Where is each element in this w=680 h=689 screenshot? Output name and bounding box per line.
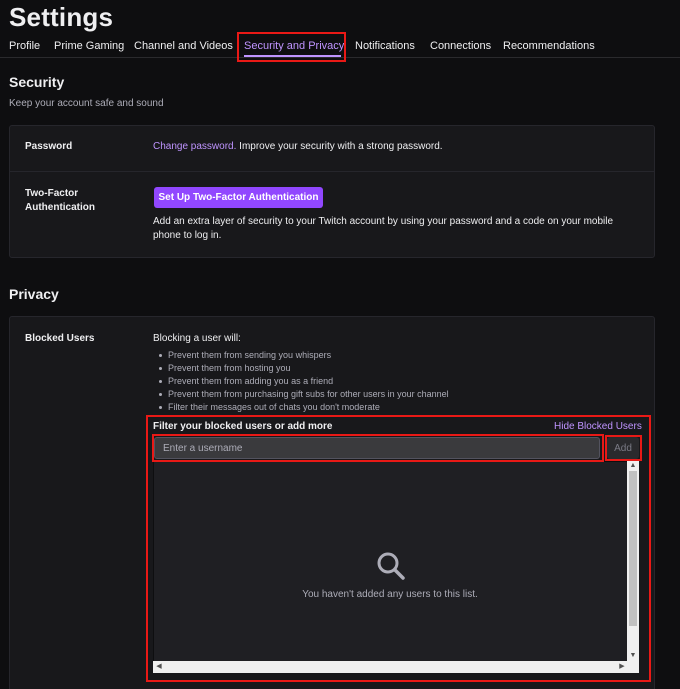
page-title: Settings <box>9 2 114 32</box>
add-user-button[interactable]: Add <box>607 437 639 459</box>
arrow-down-icon[interactable]: ▼ <box>627 651 639 661</box>
vertical-scrollbar-thumb[interactable] <box>629 471 637 626</box>
security-section-subtitle: Keep your account safe and sound <box>9 98 164 109</box>
tab-recommendations[interactable]: Recommendations <box>503 40 595 52</box>
arrow-up-icon[interactable]: ▲ <box>627 461 639 471</box>
security-card: Password Change password. Improve your s… <box>9 125 655 258</box>
row-divider <box>10 171 654 172</box>
two-factor-label: Two-Factor Authentication <box>25 187 95 215</box>
search-icon <box>377 552 405 580</box>
blocking-effects-list: Prevent them from sending you whispers P… <box>158 349 449 414</box>
password-description: Change password. Improve your security w… <box>153 140 443 154</box>
arrow-left-icon[interactable]: ◀ <box>154 661 164 673</box>
two-factor-description: Add an extra layer of security to your T… <box>153 215 643 243</box>
list-item: Prevent them from hosting you <box>158 362 449 375</box>
list-item: Prevent them from sending you whispers <box>158 349 449 362</box>
filter-blocked-users-label: Filter your blocked users or add more <box>153 421 333 432</box>
tab-connections[interactable]: Connections <box>430 40 491 52</box>
two-factor-label-line1: Two-Factor <box>25 188 79 199</box>
blocking-intro-text: Blocking a user will: <box>153 333 241 344</box>
two-factor-label-line2: Authentication <box>25 202 95 213</box>
arrow-right-icon[interactable]: ▶ <box>617 661 627 673</box>
username-input[interactable] <box>154 437 600 459</box>
highlight-box-tab <box>237 32 346 62</box>
blocked-users-label: Blocked Users <box>25 333 95 344</box>
privacy-section-title: Privacy <box>9 286 59 302</box>
hide-blocked-users-link[interactable]: Hide Blocked Users <box>554 421 642 432</box>
tab-channel-and-videos[interactable]: Channel and Videos <box>134 40 233 52</box>
list-item: Prevent them from adding you as a friend <box>158 375 449 388</box>
change-password-link[interactable]: Change password. <box>153 141 236 152</box>
tab-prime-gaming[interactable]: Prime Gaming <box>54 40 124 52</box>
tab-notifications[interactable]: Notifications <box>355 40 415 52</box>
empty-list-message: You haven't added any users to this list… <box>302 589 478 600</box>
security-section-title: Security <box>9 74 65 90</box>
two-factor-description-line1: Add an extra layer of security to your T… <box>153 216 614 227</box>
setup-two-factor-button[interactable]: Set Up Two-Factor Authentication <box>154 187 323 208</box>
password-help-text: Improve your security with a strong pass… <box>236 141 443 152</box>
horizontal-scrollbar[interactable] <box>153 661 639 673</box>
two-factor-description-line2: phone to log in. <box>153 230 222 241</box>
tab-profile[interactable]: Profile <box>9 40 40 52</box>
list-item: Filter their messages out of chats you d… <box>158 401 449 414</box>
password-label: Password <box>25 141 73 152</box>
list-item: Prevent them from purchasing gift subs f… <box>158 388 449 401</box>
